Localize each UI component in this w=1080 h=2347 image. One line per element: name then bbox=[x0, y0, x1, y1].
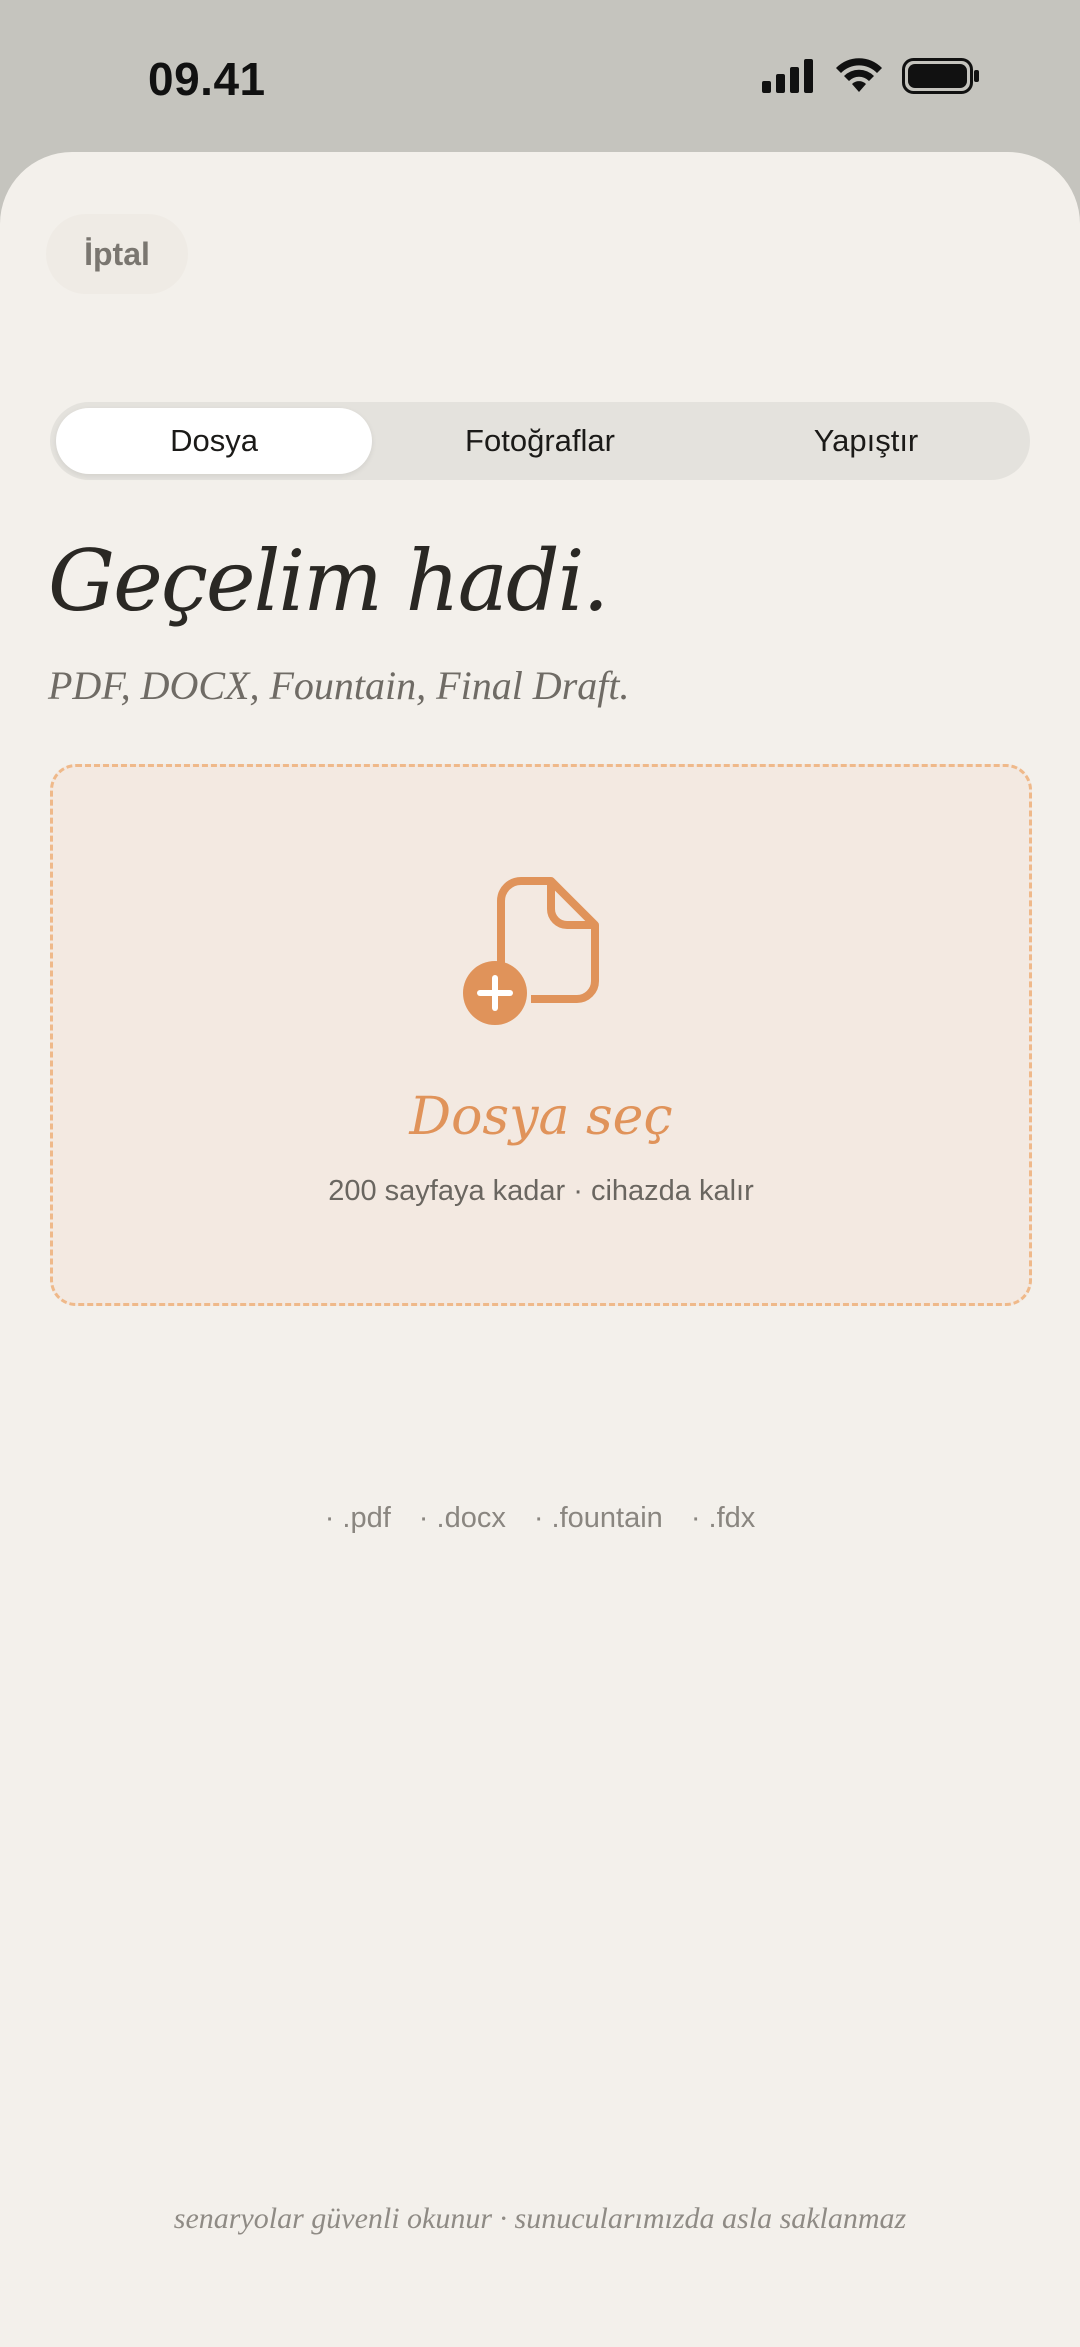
tab-photos[interactable]: Fotoğraflar bbox=[382, 408, 698, 474]
source-segmented-control: Dosya Fotoğraflar Yapıştır bbox=[50, 402, 1030, 480]
format-fdx: · .fdx bbox=[690, 1502, 756, 1534]
tab-paste[interactable]: Yapıştır bbox=[708, 408, 1024, 474]
format-fountain: · .fountain bbox=[533, 1502, 663, 1534]
format-pdf: · .pdf bbox=[324, 1502, 391, 1534]
status-icons bbox=[762, 58, 980, 99]
status-bar: 09.41 bbox=[0, 0, 1080, 150]
dropzone-hint: 200 sayfaya kadar · cihazda kalır bbox=[328, 1175, 754, 1207]
cancel-button[interactable]: İptal bbox=[46, 214, 188, 294]
format-docx: · .docx bbox=[418, 1502, 506, 1534]
cellular-signal-icon bbox=[762, 59, 816, 98]
format-list: · .pdf · .docx · .fountain · .fdx bbox=[0, 1502, 1080, 1535]
wifi-icon bbox=[834, 58, 884, 99]
file-add-icon bbox=[461, 877, 601, 1038]
privacy-note: senaryolar güvenli okunur · sunucularımı… bbox=[173, 2202, 907, 2235]
tab-file[interactable]: Dosya bbox=[56, 408, 372, 474]
import-sheet: İptal Dosya Fotoğraflar Yapıştır Geçelim… bbox=[0, 152, 1080, 2347]
battery-icon bbox=[902, 58, 980, 99]
supported-formats-subtitle: PDF, DOCX, Fountain, Final Draft. bbox=[48, 663, 630, 708]
file-dropzone[interactable]: Dosya seç 200 sayfaya kadar · cihazda ka… bbox=[50, 764, 1032, 1306]
choose-file-label: Dosya seç bbox=[409, 1087, 673, 1147]
page-title: Geçelim hadi. bbox=[48, 532, 609, 630]
status-time: 09.41 bbox=[148, 53, 266, 105]
